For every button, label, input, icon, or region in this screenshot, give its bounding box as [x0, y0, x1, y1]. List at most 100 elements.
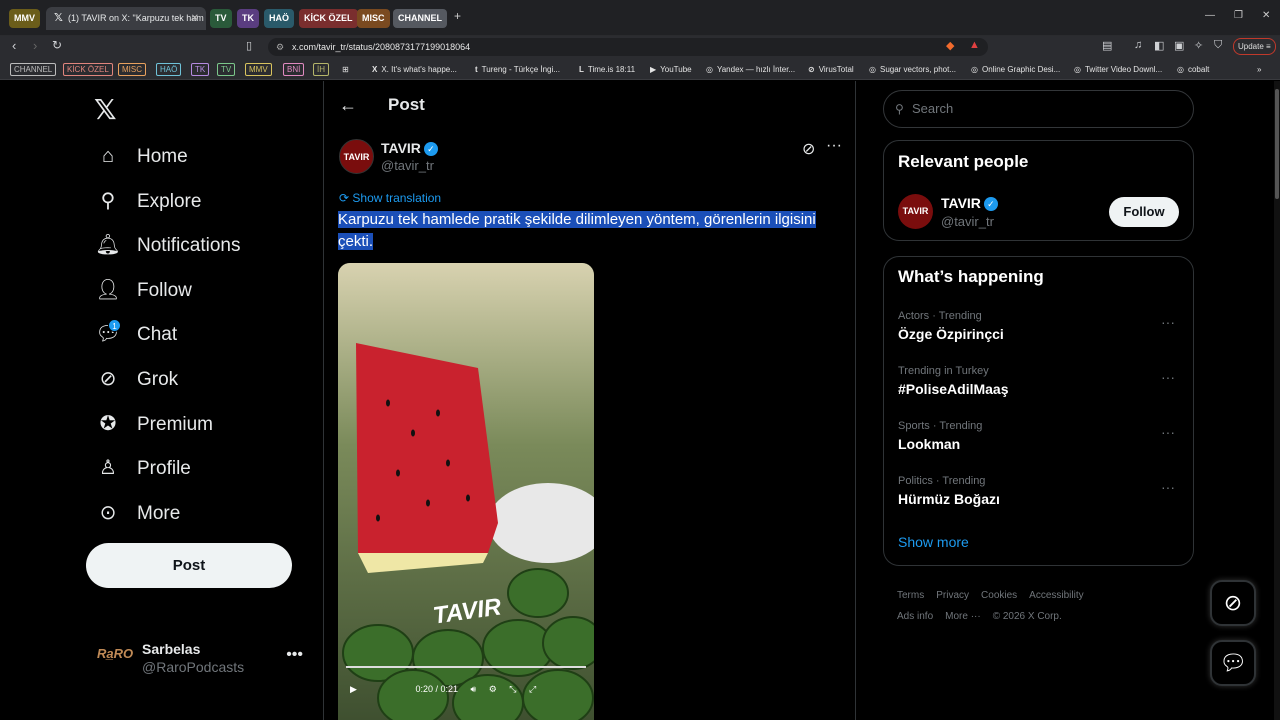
- bookmark-group[interactable]: CHANNEL: [10, 63, 57, 76]
- tweet-author[interactable]: TAVIR ✓: [381, 140, 438, 156]
- show-translation-link[interactable]: ⟳ Show translation: [339, 191, 441, 205]
- footer-link[interactable]: Cookies: [981, 590, 1017, 601]
- bookmark-group[interactable]: TK: [191, 63, 210, 76]
- bookmarks-overflow-icon[interactable]: »: [1257, 63, 1261, 76]
- minimize-icon[interactable]: —: [1205, 10, 1215, 21]
- window-close-icon[interactable]: ✕: [1262, 10, 1270, 21]
- trend-more-icon[interactable]: ···: [1161, 479, 1175, 495]
- trend-item[interactable]: Trending in Turkey #PoliseAdilMaaş ···: [898, 365, 1183, 405]
- footer-link[interactable]: © 2026 X Corp.: [993, 611, 1062, 622]
- trend-more-icon[interactable]: ···: [1161, 424, 1175, 440]
- tweet-video[interactable]: TAVIR ▶ 0:20 / 0:21 🔊︎ ⚙ ⤡ ⤢: [338, 263, 594, 720]
- trend-more-icon[interactable]: ···: [1161, 314, 1175, 330]
- tweet-more-icon[interactable]: ···: [826, 137, 842, 155]
- tweet-handle[interactable]: @tavir_tr: [381, 158, 434, 173]
- forward-icon[interactable]: ›: [33, 38, 37, 53]
- apps-grid-icon[interactable]: ⊞: [342, 63, 349, 76]
- relevant-person-name[interactable]: TAVIR ✓: [941, 195, 998, 211]
- trend-item[interactable]: Sports · Trending Lookman ···: [898, 420, 1183, 460]
- post-button[interactable]: Post: [86, 543, 292, 588]
- brave-shield-icon[interactable]: ◆: [946, 39, 954, 52]
- grok-explain-icon[interactable]: ⊘: [802, 139, 815, 159]
- site-info-icon[interactable]: ⚙: [276, 38, 284, 56]
- tab-group[interactable]: MMV: [9, 9, 40, 28]
- tab-group[interactable]: MISC: [357, 9, 390, 28]
- bookmark-icon[interactable]: ▯: [246, 39, 252, 52]
- fullscreen-icon[interactable]: ⤢: [529, 684, 536, 694]
- tweet-avatar[interactable]: TAVIR: [339, 139, 374, 174]
- bookmark-item[interactable]: ⊘ VirusTotal: [808, 63, 854, 76]
- trend-item[interactable]: Actors · Trending Özge Özpirinçci ···: [898, 310, 1183, 350]
- sidebar-item-more[interactable]: ⊙ More: [95, 498, 181, 528]
- footer-link[interactable]: Privacy: [936, 590, 969, 601]
- restore-icon[interactable]: ❐: [1234, 10, 1243, 21]
- search-input[interactable]: ⚲ Search: [883, 90, 1194, 128]
- footer-link[interactable]: Terms: [897, 590, 924, 601]
- active-tab[interactable]: 𝕏 (1) TAVIR on X: "Karpuzu tek ham ✕: [46, 7, 206, 30]
- relevant-person-avatar[interactable]: TAVIR: [898, 194, 933, 229]
- sidebar-item-follow[interactable]: 👤︎ Follow: [95, 275, 192, 305]
- sidebar-icon[interactable]: ▤: [1102, 39, 1112, 52]
- update-button[interactable]: Update ≡: [1233, 38, 1276, 55]
- bookmark-group[interactable]: TV: [217, 63, 236, 76]
- sidebar-item-profile[interactable]: ♙ Profile: [95, 453, 191, 483]
- bookmark-item[interactable]: t Tureng - Türkçe İngi...: [475, 63, 560, 76]
- pip-icon[interactable]: ⤡: [509, 684, 516, 694]
- video-progress-bar[interactable]: [346, 666, 586, 668]
- bookmark-group[interactable]: MISC: [118, 63, 146, 76]
- trend-more-icon[interactable]: ···: [1161, 369, 1175, 385]
- tab-group[interactable]: KİCK ÖZEL: [299, 9, 358, 28]
- new-tab-button[interactable]: +: [454, 9, 461, 23]
- volume-icon[interactable]: 🔊︎: [471, 684, 477, 694]
- back-arrow-icon[interactable]: ←: [339, 95, 357, 116]
- trend-item[interactable]: Politics · Trending Hürmüz Boğazı ···: [898, 475, 1183, 515]
- footer-link[interactable]: Accessibility: [1029, 590, 1083, 601]
- leo-icon[interactable]: ✧: [1194, 39, 1203, 52]
- grok-fab-icon[interactable]: ⊘: [1210, 580, 1256, 626]
- account-more-icon[interactable]: •••: [286, 646, 303, 664]
- relevant-person-handle[interactable]: @tavir_tr: [941, 214, 994, 229]
- tab-group[interactable]: CHANNEL: [393, 9, 447, 28]
- bookmark-group[interactable]: MMV: [245, 63, 272, 76]
- reload-icon[interactable]: ↻: [52, 38, 62, 52]
- show-more-link[interactable]: Show more: [898, 534, 969, 550]
- bookmark-group[interactable]: İH: [313, 63, 329, 76]
- footer-link[interactable]: Ads info: [897, 611, 933, 622]
- settings-icon[interactable]: ⚙: [489, 684, 497, 694]
- bookmark-group[interactable]: KİCK ÖZEL: [63, 63, 113, 76]
- footer-link[interactable]: More ···: [945, 611, 981, 622]
- scrollbar-thumb[interactable]: [1275, 89, 1279, 199]
- tab-close-icon[interactable]: ✕: [191, 7, 199, 30]
- bookmark-item[interactable]: ▶ YouTube: [650, 63, 692, 76]
- sidebar-item-notifications[interactable]: 🔔︎ Notifications: [95, 230, 240, 260]
- bookmark-item[interactable]: ◎ Online Graphic Desi...: [971, 63, 1060, 76]
- tab-group[interactable]: HAÖ: [264, 9, 294, 28]
- brave-rewards-icon[interactable]: ▲: [969, 39, 980, 51]
- bookmark-item[interactable]: L Time.is 18:11: [579, 63, 635, 76]
- wallet-icon[interactable]: ▣: [1174, 39, 1184, 52]
- sidebar-item-explore[interactable]: ⚲ Explore: [95, 186, 202, 216]
- bookmark-group[interactable]: BNİ: [283, 63, 305, 76]
- follow-button[interactable]: Follow: [1109, 197, 1179, 227]
- panel-icon[interactable]: ◧: [1154, 39, 1164, 52]
- bookmark-item[interactable]: ◎ cobalt: [1177, 63, 1209, 76]
- address-bar[interactable]: ⚙ x.com/tavir_tr/status/2080873177199018…: [268, 38, 988, 56]
- x-logo-icon[interactable]: 𝕏: [94, 93, 117, 126]
- vpn-icon[interactable]: ⛉: [1214, 39, 1222, 52]
- play-icon[interactable]: ▶: [350, 684, 357, 694]
- tab-group[interactable]: TV: [210, 9, 232, 28]
- back-icon[interactable]: ‹: [12, 38, 16, 53]
- bookmark-group[interactable]: HAÖ: [156, 63, 182, 76]
- sidebar-item-premium[interactable]: ✪ Premium: [95, 409, 213, 439]
- bookmark-item[interactable]: ◎ Twitter Video Downl...: [1074, 63, 1162, 76]
- bookmark-item[interactable]: ◎ Yandex — hızlı İnter...: [706, 63, 795, 76]
- bookmark-item[interactable]: X X. It's what's happe...: [372, 63, 457, 76]
- page-scrollbar[interactable]: [1274, 81, 1280, 720]
- account-switcher[interactable]: Ra̲RO Sarbelas @RaroPodcasts •••: [97, 636, 307, 681]
- sidebar-item-grok[interactable]: ⊘ Grok: [95, 364, 179, 394]
- bookmark-item[interactable]: ◎ Sugar vectors, phot...: [869, 63, 956, 76]
- sidebar-item-home[interactable]: ⌂ Home: [95, 141, 188, 171]
- media-icon[interactable]: ♫: [1134, 39, 1142, 51]
- messages-fab-icon[interactable]: 💬︎: [1210, 640, 1256, 686]
- tab-group[interactable]: TK: [237, 9, 259, 28]
